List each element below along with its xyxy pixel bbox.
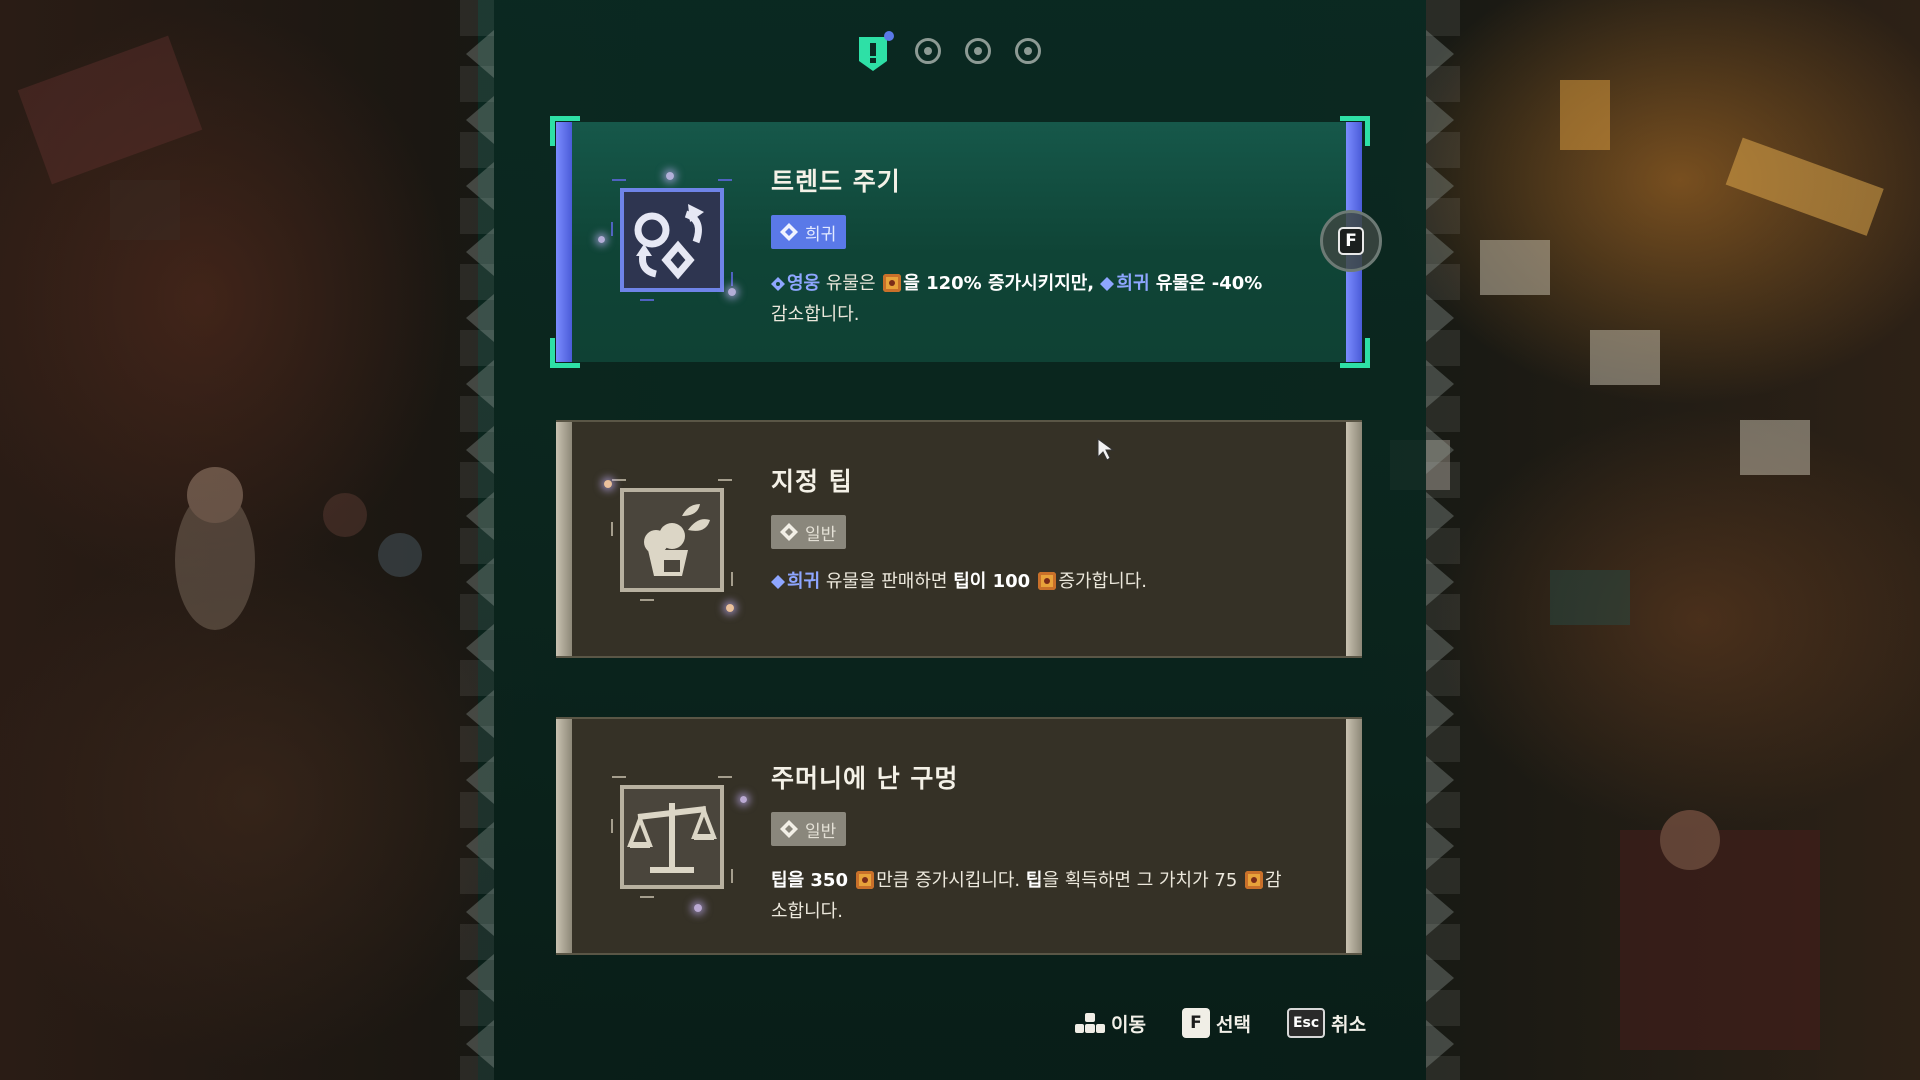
- sparkle-particle: [604, 480, 612, 488]
- hint-label: 취소: [1331, 1013, 1367, 1036]
- page-indicator-dot-3[interactable]: [965, 38, 991, 64]
- panel-edge-right: [1426, 0, 1460, 1080]
- selection-corner-bottom-left: [550, 338, 580, 368]
- mouse-cursor-icon: [1097, 438, 1115, 461]
- rarity-label: 일반: [805, 821, 837, 842]
- card-description: 영웅 유물은 을 120% 증가시키지만, 희귀 유물은 -40% 감소합니다.: [771, 268, 1311, 330]
- key-hints-bar: 이동 F 선택 Esc 취소: [1075, 1008, 1366, 1038]
- desc-text: 감: [1265, 870, 1282, 891]
- f-key-label: F: [1338, 227, 1364, 255]
- hero-gem-icon: [771, 277, 785, 291]
- rare-gem-icon: [1100, 277, 1115, 291]
- card-title: 지정 팁: [771, 467, 853, 496]
- page-indicator-dot-2[interactable]: [915, 38, 941, 64]
- card-frame-right: [1346, 422, 1362, 656]
- sparkle-particle: [726, 604, 734, 612]
- coin-icon: [856, 871, 875, 889]
- coin-icon: [1245, 871, 1264, 889]
- edge-notch-pattern: [466, 30, 494, 1068]
- key-cap-esc: Esc: [1286, 1008, 1326, 1038]
- card-description: 희귀 유물을 판매하면 팁이 100 증가합니다.: [771, 566, 1311, 597]
- sparkle-particle: [598, 236, 605, 243]
- page-indicator: [855, 31, 1041, 71]
- balance-scale-icon: [611, 776, 733, 898]
- hint-move[interactable]: 이동: [1075, 1010, 1146, 1037]
- rarity-label: 일반: [805, 524, 837, 545]
- selection-corner-bottom-right: [1340, 338, 1370, 368]
- hint-label: 이동: [1111, 1013, 1146, 1036]
- card-frame-left: [556, 719, 572, 953]
- selection-corner-top-right: [1340, 116, 1370, 146]
- panel-edge-left: [460, 0, 494, 1080]
- card-title: 트렌드 주기: [771, 167, 901, 196]
- hint-label: 선택: [1215, 1013, 1251, 1036]
- select-key-badge[interactable]: F: [1320, 210, 1382, 272]
- rare-gem-icon: [780, 223, 798, 241]
- keyword-hero: 영웅: [787, 273, 821, 294]
- keyword-rare: 희귀: [1116, 273, 1150, 294]
- rarity-badge: 일반: [771, 812, 847, 846]
- hint-select[interactable]: F 선택: [1181, 1008, 1251, 1038]
- keyword-tip: 팁: [771, 870, 788, 891]
- card-frame-right: [1346, 719, 1362, 953]
- desc-text: 유물은 -40%: [1149, 273, 1263, 294]
- desc-text: 유물을 판매하면: [820, 571, 954, 592]
- sparkle-particle: [740, 796, 747, 803]
- card-description: 팁을 350 만큼 증가시킵니다. 팁을 획득하면 그 가치가 75 감 소합니…: [771, 865, 1311, 927]
- offer-card-3[interactable]: 주머니에 난 구멍 일반 팁을 350 만큼 증가시킵니다. 팁을 획득하면 그…: [556, 717, 1362, 955]
- desc-text: 소합니다.: [771, 901, 843, 922]
- hint-cancel[interactable]: Esc 취소: [1286, 1008, 1367, 1038]
- common-gem-icon: [780, 820, 798, 838]
- offer-card-1[interactable]: 트렌드 주기 희귀 영웅 유물은 을 120% 증가시키지만, 희귀 유물은 -…: [556, 122, 1362, 362]
- selection-corner-top-left: [550, 116, 580, 146]
- coin-icon: [1038, 572, 1057, 590]
- page-indicator-active[interactable]: [855, 31, 894, 71]
- edge-notch-pattern: [1426, 30, 1454, 1068]
- key-cap-f: F: [1181, 1008, 1210, 1038]
- keyword-tip: 팁: [953, 571, 970, 592]
- rarity-badge: 희귀: [771, 215, 847, 249]
- desc-text: 유물은: [820, 273, 882, 294]
- desc-text: 을 350: [787, 870, 855, 891]
- rarity-badge: 일반: [771, 515, 847, 549]
- desc-text: 감소합니다.: [771, 304, 860, 325]
- card-title: 주머니에 난 구멍: [771, 764, 959, 793]
- desc-text: 증가합니다.: [1058, 571, 1147, 592]
- keyword-rare: 희귀: [787, 571, 821, 592]
- sparkle-particle: [728, 288, 736, 296]
- rarity-label: 희귀: [805, 224, 837, 245]
- desc-text: 이 100: [969, 571, 1037, 592]
- offer-card-2[interactable]: 지정 팁 일반 희귀 유물을 판매하면 팁이 100 증가합니다.: [556, 420, 1362, 658]
- desc-text: 을 120% 증가시키지만,: [903, 273, 1101, 294]
- sparkle-particle: [666, 172, 674, 180]
- cycle-arrows-icon: [611, 179, 733, 301]
- keyword-tip: 팁: [1025, 870, 1043, 891]
- coin-icon: [883, 274, 902, 292]
- desc-text: 만큼 증가시킵니다.: [876, 870, 1026, 891]
- desc-text: 을 획득하면 그 가치가 75: [1042, 870, 1244, 891]
- dpad-icon: [1075, 1013, 1105, 1033]
- card-frame-left: [556, 422, 572, 656]
- rare-gem-icon: [771, 575, 785, 589]
- plant-pot-icon: [611, 479, 733, 601]
- common-gem-icon: [780, 523, 798, 541]
- page-indicator-dot-4[interactable]: [1015, 38, 1041, 64]
- card-frame-left: [556, 122, 572, 362]
- sparkle-particle: [694, 904, 702, 912]
- exclamation-tag-icon: [859, 31, 894, 71]
